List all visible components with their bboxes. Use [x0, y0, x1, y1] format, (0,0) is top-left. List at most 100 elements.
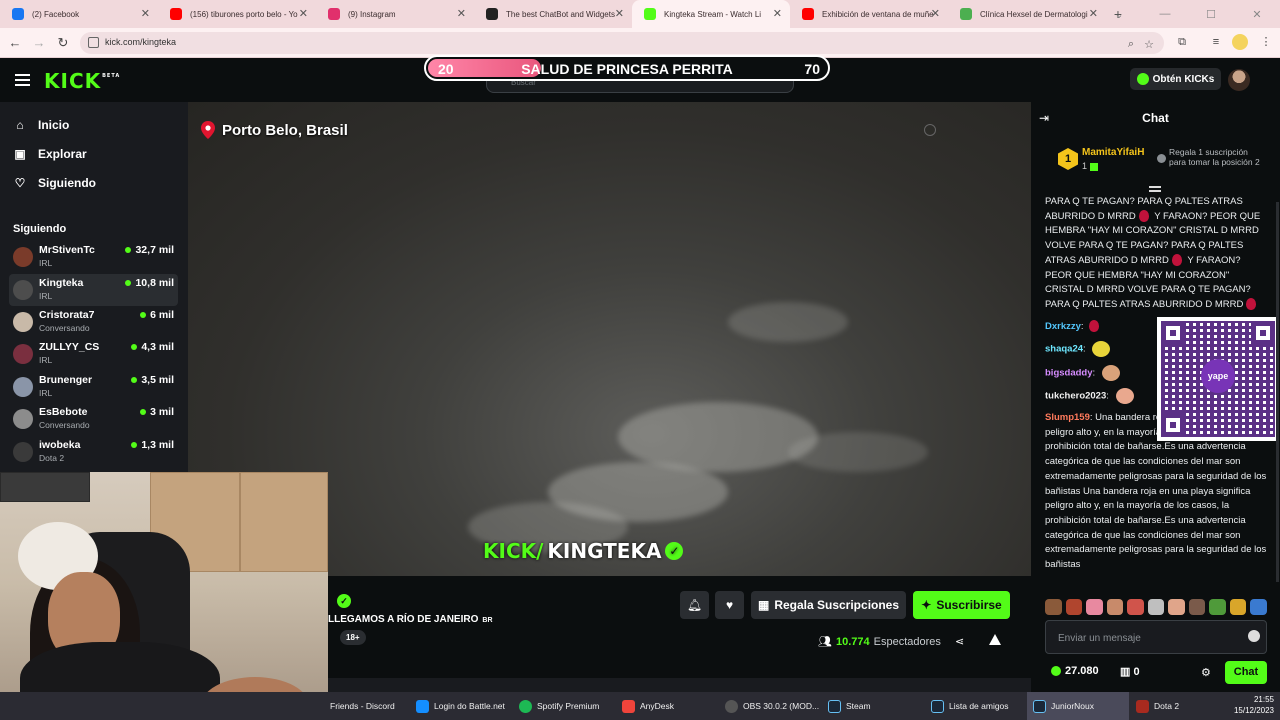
emote[interactable]	[1147, 599, 1165, 615]
tab-label: (2) Facebook	[32, 9, 80, 19]
verified-icon: ✓	[337, 594, 351, 608]
taskbar-item-battlenet[interactable]: Login do Battle.net	[410, 692, 511, 720]
drag-handle-icon[interactable]	[1149, 186, 1161, 192]
location-label: Porto Belo, Brasil	[222, 122, 348, 139]
tab-youtube-2[interactable]: Exhibición de ventana de muñe ✕	[790, 0, 948, 28]
zoom-icon[interactable]: ⌕	[1128, 38, 1134, 51]
taskbar-item-spotify[interactable]: Spotify Premium	[513, 692, 605, 720]
gift-icon	[1090, 162, 1099, 171]
menu-icon[interactable]: ⋮	[1258, 34, 1274, 50]
forward-icon[interactable]: →	[30, 34, 48, 52]
channel-zullyy-cs[interactable]: ZULLYY_CS IRL 4,3 mil	[9, 338, 178, 370]
emote[interactable]	[1188, 599, 1206, 615]
emote[interactable]	[1065, 599, 1083, 615]
gift-subscriptions-button[interactable]: ▦ Regala Suscripciones	[751, 591, 906, 619]
heart-emote	[1089, 320, 1100, 333]
close-icon[interactable]: ✕	[615, 7, 624, 20]
chat-scrollbar[interactable]	[1276, 202, 1279, 582]
emote[interactable]	[1209, 599, 1226, 615]
taskbar-item-friends[interactable]: Lista de amigos	[925, 692, 1015, 720]
close-icon[interactable]: ✕	[931, 7, 940, 20]
emoji-icon[interactable]	[1248, 630, 1260, 642]
tab-youtube[interactable]: (156) tiburones porto belo - Yo ✕	[158, 0, 316, 28]
chevron-down-icon[interactable]: ⌄	[1096, 0, 1142, 28]
channel-brunenger[interactable]: Brunenger IRL 3,5 mil	[9, 371, 178, 403]
sidebar: ⌂ Inicio ▣ Explorar ♡ Siguiendo Siguiendo M…	[0, 102, 188, 472]
bookmark-star-icon[interactable]: ☆	[1144, 38, 1154, 51]
tab-kick[interactable]: Kingteka Stream - Watch Li ✕	[632, 0, 790, 28]
channel-cristorata7[interactable]: Cristorata7 Conversando 6 mil	[9, 306, 178, 338]
tag-18plus[interactable]: 18+	[340, 630, 366, 645]
emote[interactable]	[1168, 599, 1185, 615]
system-clock[interactable]: 21:55 15/12/2023	[1234, 694, 1274, 716]
emote[interactable]	[1045, 599, 1062, 615]
emote[interactable]	[1106, 599, 1124, 615]
steam-icon	[1033, 699, 1046, 713]
maximize-icon[interactable]: ☐	[1188, 0, 1234, 28]
viewers-icon: 👥︎	[818, 636, 832, 648]
live-dot-icon	[125, 280, 132, 286]
avatar	[13, 247, 33, 267]
gifter-name[interactable]: MamitaYifaiH	[1082, 147, 1144, 158]
sidebar-item-siguiendo[interactable]: ♡ Siguiendo	[13, 173, 96, 193]
tab-label: Kingteka Stream - Watch Li	[664, 9, 762, 19]
channel-kingteka[interactable]: Kingteka IRL 10,8 mil	[9, 274, 178, 306]
channel-esbebote[interactable]: EsBebote Conversando 3 mil	[9, 403, 178, 435]
avatar[interactable]	[1228, 69, 1250, 91]
taskbar-item-anydesk[interactable]: AnyDesk	[616, 692, 680, 720]
report-icon[interactable]	[989, 634, 1001, 645]
channel-iwobeka[interactable]: iwobeka Dota 2 1,3 mil	[9, 436, 178, 468]
clinic-icon	[960, 8, 972, 20]
heart-emote	[1246, 298, 1257, 311]
live-dot-icon	[140, 409, 147, 415]
emote[interactable]	[1229, 599, 1247, 615]
close-icon[interactable]: ✕	[773, 7, 782, 20]
menu-icon[interactable]	[15, 74, 30, 86]
live-dot-icon	[125, 247, 132, 253]
close-window-icon[interactable]: ✕	[1234, 0, 1280, 28]
get-kicks-button[interactable]: Obtén KICKs	[1130, 68, 1221, 90]
emote[interactable]	[1086, 599, 1103, 615]
sidebar-item-explorar[interactable]: ▣ Explorar	[13, 144, 86, 164]
follow-button[interactable]: ♥	[715, 591, 744, 619]
yape-logo: yape	[1201, 359, 1235, 393]
kick-logo[interactable]: KICKBETA	[44, 69, 120, 93]
tab-chatbot[interactable]: The best ChatBot and Widgets ✕	[474, 0, 632, 28]
subscribe-button[interactable]: ✦ Suscribirse	[913, 591, 1010, 619]
sidebar-item-inicio[interactable]: ⌂ Inicio	[13, 115, 69, 135]
tab-clinica[interactable]: Clínica Hexsel de Dermatologi ✕	[948, 0, 1106, 28]
channel-mrstiventc[interactable]: MrStivenTc IRL 32,7 mil	[9, 241, 178, 273]
url-text: kick.com/kingteka	[105, 37, 177, 47]
send-chat-button[interactable]: Chat	[1225, 661, 1267, 684]
notification-bell-button[interactable]: 🔔︎	[680, 591, 709, 619]
url-field[interactable]: kick.com/kingteka ⌕ ☆	[80, 32, 1164, 54]
gear-icon[interactable]: ⚙	[1201, 666, 1211, 679]
close-icon[interactable]: ✕	[299, 7, 308, 20]
extensions-icon[interactable]: ⧉	[1174, 34, 1190, 50]
taskbar-item-dota2[interactable]: Dota 2	[1130, 692, 1185, 720]
share-icon[interactable]: ⋖	[955, 635, 964, 648]
back-icon[interactable]: ←	[6, 34, 24, 52]
emote[interactable]	[1127, 599, 1144, 615]
reload-icon[interactable]: ↻	[54, 34, 72, 52]
media-icon[interactable]: ≡	[1208, 34, 1224, 50]
emote[interactable]	[1250, 599, 1268, 615]
store-button[interactable]: ▥ 0	[1120, 665, 1140, 678]
tab-instagram[interactable]: (9) Instagram ✕	[316, 0, 474, 28]
taskbar-item-juniornoux[interactable]: JuniorNoux	[1027, 692, 1129, 720]
message-field[interactable]	[1058, 630, 1238, 646]
chat-message-input[interactable]	[1045, 620, 1267, 654]
taskbar-item-obs[interactable]: OBS 30.0.2 (MOD...	[719, 692, 825, 720]
profile-icon[interactable]	[1232, 34, 1248, 50]
close-icon[interactable]: ✕	[457, 7, 466, 20]
gift-icon: ▦	[757, 598, 770, 612]
close-icon[interactable]: ✕	[141, 7, 150, 20]
goal-target: 70	[804, 61, 820, 77]
site-info-icon[interactable]	[88, 37, 99, 48]
taskbar-item-discord[interactable]: Friends - Discord	[324, 692, 401, 720]
taskbar-item-steam[interactable]: Steam	[822, 692, 877, 720]
channel-points[interactable]: 27.080	[1051, 665, 1099, 677]
tab-facebook[interactable]: (2) Facebook ✕	[0, 0, 158, 28]
store-icon: ▥	[1120, 666, 1131, 678]
minimize-icon[interactable]: —	[1142, 0, 1188, 28]
